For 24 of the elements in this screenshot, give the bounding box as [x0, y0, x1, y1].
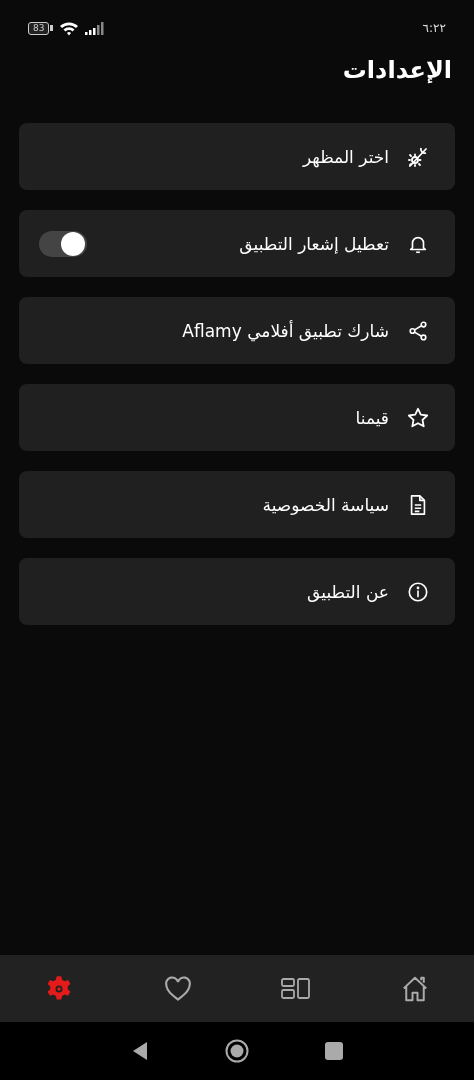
settings-label: اختر المظهر [301, 146, 389, 167]
settings-label: عن التطبيق [306, 581, 389, 602]
settings-label: شارك تطبيق أفلامي Aflamy [181, 320, 389, 341]
settings-item[interactable]: قيمنا [19, 384, 455, 451]
heart-icon[interactable] [163, 975, 192, 1002]
settings-item[interactable]: سياسة الخصوصية [19, 471, 455, 538]
signal-icon [85, 21, 106, 35]
settings-item[interactable]: تعطيل إشعار التطبيق [19, 210, 455, 277]
toggle-switch[interactable] [39, 230, 87, 257]
wifi-icon [59, 20, 80, 36]
star-icon [406, 405, 430, 430]
settings-label: سياسة الخصوصية [261, 494, 389, 515]
back-icon[interactable] [131, 1041, 149, 1061]
settings-item[interactable]: عن التطبيق [19, 558, 455, 625]
info-icon [407, 580, 429, 603]
clock-time: ٦:٢٢ [422, 21, 446, 35]
settings-item[interactable]: شارك تطبيق أفلامي Aflamy [19, 297, 455, 364]
settings-label: قيمنا [354, 407, 389, 428]
home-button-icon[interactable] [225, 1039, 249, 1063]
layout-icon[interactable] [280, 975, 313, 1002]
settings-label: تعطيل إشعار التطبيق [238, 233, 389, 254]
share-icon [407, 319, 429, 342]
page-title: الإعدادات [342, 56, 452, 84]
settings-item[interactable]: اختر المظهر [19, 123, 455, 190]
